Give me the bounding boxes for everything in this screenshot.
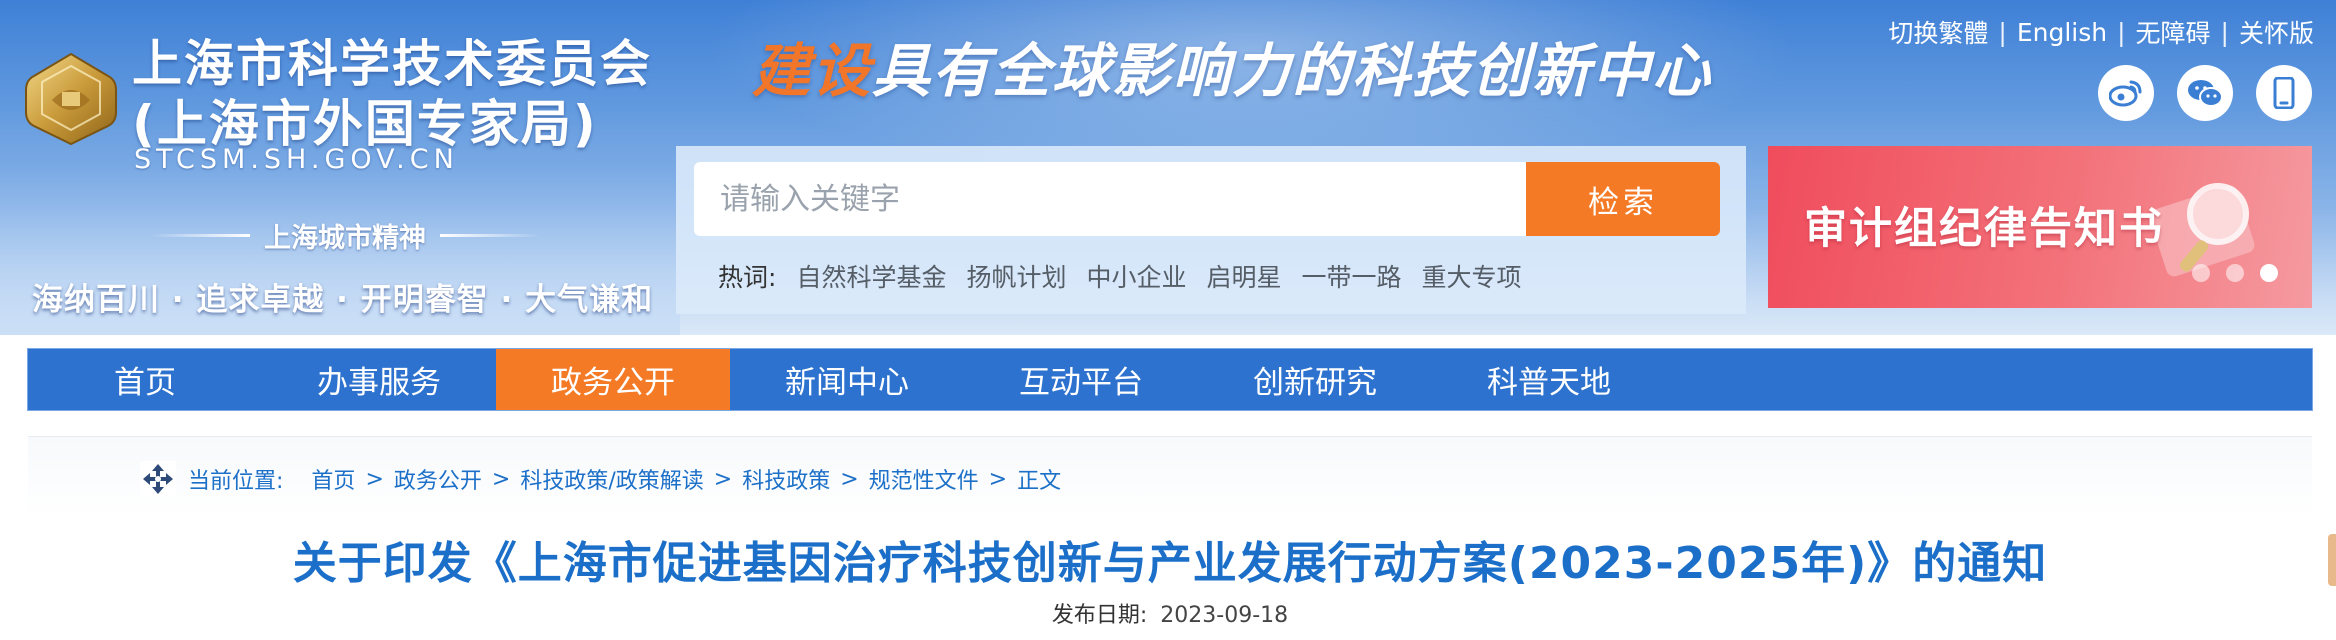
breadcrumb-label: 当前位置: [188, 469, 284, 494]
banner-dot[interactable] [2192, 264, 2210, 282]
hot-keyword-link[interactable]: 中小企业 [1086, 258, 1186, 294]
breadcrumb-home[interactable]: 首页 [311, 463, 355, 495]
nav-item-home[interactable]: 首页 [28, 349, 262, 410]
social-links [2098, 65, 2312, 121]
wechat-button[interactable] [2177, 65, 2233, 121]
location-icon [140, 461, 176, 497]
floating-side-tab[interactable] [2328, 534, 2336, 586]
link-english[interactable]: English [2017, 18, 2107, 47]
publish-date-label: 发布日期: [1051, 603, 1148, 628]
hot-keyword-link[interactable]: 自然科学基金 [796, 258, 946, 294]
nav-item-innovation[interactable]: 创新研究 [1198, 349, 1432, 410]
site-domain: STCSM.SH.GOV.CN [134, 144, 459, 175]
spirit-right-bar [440, 233, 540, 237]
banner-title: 审计组纪律告知书 [1804, 204, 2164, 254]
promo-banner[interactable]: 审计组纪律告知书 [1768, 146, 2312, 308]
weibo-button[interactable] [2098, 65, 2154, 121]
breadcrumb-policy-interpretation[interactable]: 科技政策/政策解读 [520, 463, 703, 495]
hot-keywords-label: 热词: [718, 263, 777, 292]
breadcrumb-separator: > [365, 466, 384, 492]
top-utility-links: 切换繁體 | English | 无障碍 | 关怀版 [1888, 14, 2314, 50]
search-button[interactable]: 检索 [1526, 162, 1720, 236]
breadcrumb-separator: > [713, 466, 733, 492]
search-input[interactable] [694, 162, 1526, 236]
divider: | [2220, 17, 2229, 47]
main-nav: 首页 办事服务 政务公开 新闻中心 互动平台 创新研究 科普天地 [28, 349, 2312, 410]
search-panel: 检索 热词: 自然科学基金 扬帆计划 中小企业 启明星 一带一路 重大专项 [676, 146, 1746, 314]
hot-keyword-link[interactable]: 一带一路 [1302, 258, 1402, 294]
mobile-button[interactable] [2256, 65, 2312, 121]
city-emblem-logo[interactable] [22, 50, 120, 148]
nav-item-interaction[interactable]: 互动平台 [964, 349, 1198, 410]
slogan-accent: 建设 [752, 37, 873, 105]
site-header: 上海市科学技术委员会 (上海市外国专家局) STCSM.SH.GOV.CN 上海… [0, 0, 2336, 335]
breadcrumb-normative-documents[interactable]: 规范性文件 [869, 463, 979, 495]
breadcrumb-government-affairs[interactable]: 政务公开 [394, 463, 482, 495]
divider: | [1998, 17, 2007, 47]
divider: | [2117, 17, 2126, 47]
breadcrumb-separator: > [491, 466, 511, 492]
hot-keyword-link[interactable]: 重大专项 [1422, 258, 1522, 294]
breadcrumb-separator: > [840, 466, 859, 492]
nav-item-government-affairs[interactable]: 政务公开 [496, 349, 730, 410]
article-title: 关于印发《上海市促进基因治疗科技创新与产业发展行动方案(2023-2025年)》… [292, 538, 2048, 589]
breadcrumb: 当前位置: 首页 > 政务公开 > 科技政策/政策解读 > 科技政策 > 规范性… [140, 461, 1061, 497]
publish-info: 发布日期: 2023-09-18 [28, 597, 2312, 629]
header-slogan: 建设具有全球影响力的科技创新中心 [752, 24, 1712, 108]
publish-date-value: 2023-09-18 [1160, 603, 1289, 628]
article-content: 当前位置: 首页 > 政务公开 > 科技政策/政策解读 > 科技政策 > 规范性… [28, 436, 2312, 640]
breadcrumb-current: 正文 [1017, 469, 1062, 494]
slogan-rest: 具有全球影响力的科技创新中心 [872, 37, 1713, 105]
weibo-icon [2109, 80, 2142, 107]
hot-keyword-link[interactable]: 扬帆计划 [966, 258, 1066, 294]
link-traditional-chinese[interactable]: 切换繁體 [1888, 14, 1988, 50]
city-spirit-label: 上海城市精神 [264, 222, 426, 254]
city-spirit-motto: 海纳百川 · 追求卓越 · 开明睿智 · 大气谦和 [32, 282, 654, 318]
nav-item-news[interactable]: 新闻中心 [730, 349, 964, 410]
hot-keywords: 热词: 自然科学基金 扬帆计划 中小企业 启明星 一带一路 重大专项 [718, 258, 1542, 294]
link-accessibility[interactable]: 无障碍 [2136, 14, 2211, 50]
banner-pagination [2192, 264, 2278, 282]
link-care-mode[interactable]: 关怀版 [2239, 14, 2314, 50]
breadcrumb-tech-policy[interactable]: 科技政策 [742, 463, 830, 495]
wechat-icon [2188, 80, 2223, 107]
spirit-left-bar [150, 233, 250, 237]
mobile-icon [2273, 77, 2295, 109]
banner-dot[interactable] [2226, 264, 2244, 282]
banner-dot-active[interactable] [2260, 264, 2278, 282]
nav-item-services[interactable]: 办事服务 [262, 349, 496, 410]
hot-keyword-link[interactable]: 启明星 [1206, 258, 1281, 294]
breadcrumb-separator: > [988, 466, 1008, 492]
city-spirit-title: 上海城市精神 [130, 218, 560, 254]
nav-item-science-popularization[interactable]: 科普天地 [1432, 349, 1666, 410]
